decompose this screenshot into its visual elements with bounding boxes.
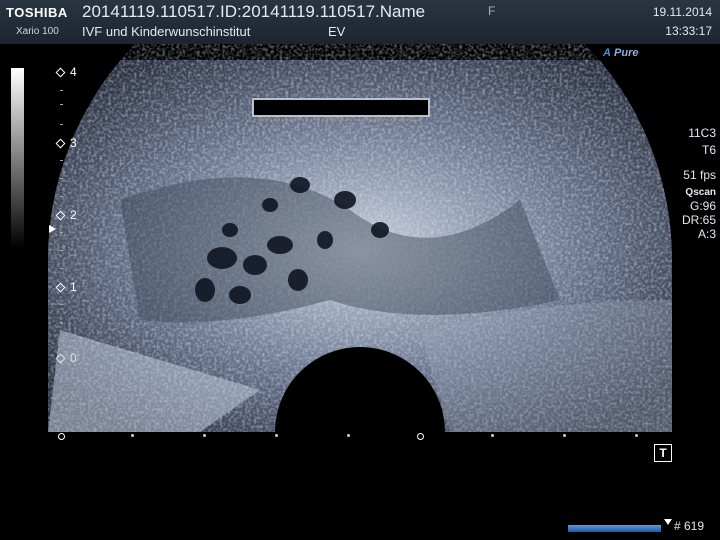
horizontal-scale-mark <box>417 433 424 440</box>
depth-tick <box>60 250 63 251</box>
depth-mark-2: 2 <box>55 208 77 222</box>
ultrasound-image <box>48 60 672 432</box>
institution-name: IVF und Kinderwunschinstitut <box>82 24 251 39</box>
setting-label: T6 <box>701 143 716 157</box>
horizontal-scale-mark <box>131 434 134 437</box>
horizontal-scale-mark <box>347 434 350 437</box>
depth-tick <box>60 178 63 179</box>
cine-frame-counter: # 619 <box>664 519 704 533</box>
transducer-marker-icon: T <box>654 444 672 462</box>
probe-label: 11C3 <box>688 126 716 140</box>
horizontal-scale-mark <box>275 434 278 437</box>
depth-diamond-icon <box>55 138 66 149</box>
cine-position-icon <box>664 519 672 525</box>
horizontal-scale-mark <box>203 434 206 437</box>
patient-id-title: 20141119.110517.ID:20141119.110517.Name <box>82 2 426 21</box>
depth-tick <box>60 104 63 105</box>
exam-time: 13:33:17 <box>665 24 712 38</box>
depth-tick <box>60 322 63 323</box>
sex-flag: F <box>488 4 496 18</box>
depth-diamond-icon <box>55 282 66 293</box>
depth-tick <box>60 124 63 125</box>
focus-pointer-icon[interactable] <box>49 225 56 233</box>
imaging-parameters: 11C3 T6 51 fps Qscan G:96 DR:65 A:3 <box>682 125 716 243</box>
brand-logo: TOSHIBA <box>6 5 68 20</box>
model-label: Xario 100 <box>16 26 59 37</box>
depth-diamond-icon <box>55 210 66 221</box>
depth-tick <box>60 160 63 161</box>
depth-diamond-icon <box>55 67 66 78</box>
exam-date: 19.11.2014 <box>652 5 712 19</box>
depth-tick <box>60 232 63 233</box>
depth-mark-3: 3 <box>55 136 77 150</box>
depth-tick <box>60 90 63 91</box>
depth-tick <box>60 196 63 197</box>
depth-tick <box>60 304 63 305</box>
preset-label: A Pure <box>603 47 639 59</box>
depth-tick <box>60 268 63 269</box>
cine-progress-bar[interactable] <box>568 525 661 532</box>
grayscale-bar <box>11 68 24 248</box>
header-bar: TOSHIBA Xario 100 20141119.110517.ID:201… <box>0 0 720 44</box>
horizontal-scale-mark <box>491 434 494 437</box>
depth-mark-1: 1 <box>55 280 77 294</box>
depth-mark-0: 0 <box>55 351 77 365</box>
horizontal-scale-mark <box>635 434 638 437</box>
fps-label: 51 fps <box>683 168 716 182</box>
exam-mode: EV <box>328 24 346 39</box>
depth-diamond-icon <box>55 353 66 364</box>
depth-mark-4: 4 <box>55 65 77 79</box>
horizontal-scale-mark <box>58 433 65 440</box>
horizontal-scale-mark <box>563 434 566 437</box>
